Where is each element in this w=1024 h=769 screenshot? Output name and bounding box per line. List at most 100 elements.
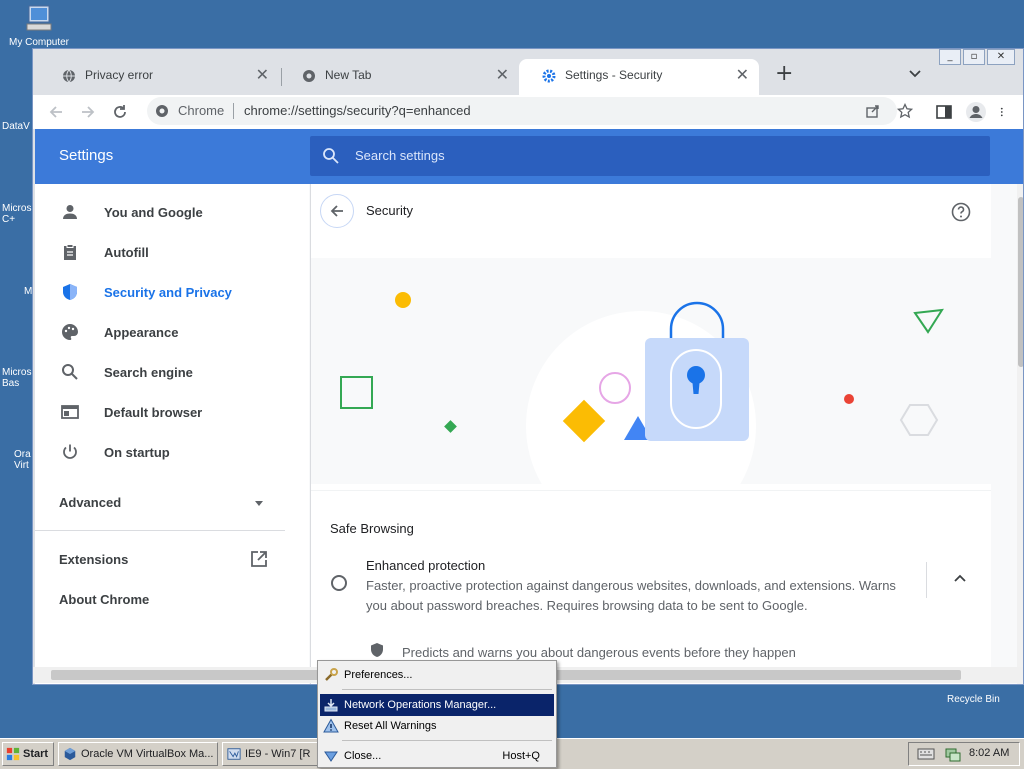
close-icon[interactable]: ✕ [496,67,509,83]
desktop-icon-oracle[interactable]: Ora Virt [14,449,34,471]
sidebar-advanced-label: Advanced [59,495,122,510]
tab-title: Privacy error [85,68,154,82]
option-title: Enhanced protection [366,558,486,573]
page-title: Security [366,203,413,218]
desktop-icon-my-computer[interactable]: My Computer [4,2,74,48]
gear-icon [542,69,556,83]
sidebar-item-on-startup[interactable]: On startup [35,432,309,472]
sidebar-item-label: Search engine [104,365,193,380]
virtualbox-icon [64,747,76,761]
reload-icon[interactable] [111,103,129,121]
sidebar-about-chrome[interactable]: About Chrome [35,579,309,619]
computer-icon [26,5,52,31]
section-divider [311,490,991,491]
help-icon[interactable] [951,202,971,222]
settings-main: Security Safe Browsing Enhanced protecti… [310,184,991,684]
url-text[interactable]: chrome://settings/security?q=enhanced [244,103,471,118]
wrench-icon [325,668,338,681]
start-button[interactable]: Start [2,742,54,766]
minimize-button[interactable]: _ [939,49,961,65]
close-arrow-icon [324,751,338,762]
sidebar-item-default-browser[interactable]: Default browser [35,392,309,432]
sidebar-item-security-and-privacy[interactable]: Security and Privacy [35,272,309,312]
tab-new-tab[interactable]: New Tab ✕ [279,59,519,95]
tab-title: New Tab [325,68,372,82]
network-icon[interactable] [945,746,961,762]
menu-item-label: Preferences... [344,669,413,681]
section-title-safe-browsing: Safe Browsing [330,521,414,536]
external-link-icon [251,551,267,567]
tab-settings-security[interactable]: Settings - Security ✕ [519,59,759,95]
sidebar-advanced[interactable]: Advanced [35,482,309,522]
menu-item-label: Network Operations Manager... [344,699,497,711]
person-icon [63,205,77,219]
back-arrow-icon [330,205,343,217]
palette-icon [62,324,78,340]
taskbar-button-label: IE9 - Win7 [R [245,748,311,760]
menu-item-network-operations-manager[interactable]: Network Operations Manager... [320,694,554,716]
share-icon[interactable] [865,103,881,119]
tab-strip: Privacy error ✕ New Tab ✕ Settings - Sec… [33,49,1023,95]
sidebar-item-you-and-google[interactable]: You and Google [35,192,309,232]
sidebar-item-autofill[interactable]: Autofill [35,232,309,272]
vm-window-icon [227,748,241,760]
context-menu: Preferences... Network Operations Manage… [317,660,557,768]
search-placeholder: Search settings [355,148,445,163]
search-icon [323,148,339,164]
back-button[interactable] [320,194,354,228]
close-icon[interactable]: ✕ [256,67,269,83]
windows-logo-icon [6,747,20,761]
desktop-icon-recycle-bin[interactable]: Recycle Bin [947,694,1000,705]
tab-privacy-error[interactable]: Privacy error ✕ [39,59,279,95]
menu-item-preferences[interactable]: Preferences... [320,664,554,686]
sidebar-item-label: On startup [104,445,170,460]
keyboard-icon[interactable] [917,747,935,761]
security-illustration [311,258,991,484]
sidebar-item-search-engine[interactable]: Search engine [35,352,309,392]
back-arrow-icon[interactable] [47,103,65,121]
chrome-icon [156,105,168,117]
address-bar[interactable]: Chrome chrome://settings/security?q=enha… [147,97,913,125]
enhanced-protection-radio[interactable] [331,575,347,591]
power-icon [63,444,77,459]
taskbar-button-ie9-win7[interactable]: IE9 - Win7 [R [222,742,318,766]
restore-button[interactable]: ▫ [963,49,985,65]
menu-item-close[interactable]: Close... Host+Q [320,745,554,767]
sidebar-item-appearance[interactable]: Appearance [35,312,309,352]
sidebar-about-label: About Chrome [59,592,150,607]
vertical-scrollbar-thumb[interactable] [1018,197,1023,367]
tab-title: Settings - Security [565,68,663,82]
option-sub-item: Predicts and warns you about dangerous e… [402,645,796,660]
warning-icon [323,718,339,733]
side-panel-icon[interactable] [935,103,953,121]
desktop-icon-datav[interactable]: DataV [2,121,30,132]
toolbar: Chrome chrome://settings/security?q=enha… [33,95,1023,129]
new-tab-button[interactable]: + [775,63,793,85]
chevron-up-icon[interactable] [953,572,967,586]
system-tray: 8:02 AM [908,742,1020,766]
taskbar-button-label: Oracle VM VirtualBox Ma... [81,748,214,760]
menu-item-label: Reset All Warnings [344,720,437,732]
desktop-icon-micros-c[interactable]: Micros C+ [2,203,32,225]
enhanced-protection-option[interactable]: Enhanced protection Faster, proactive pr… [311,556,991,626]
option-description-line-1: Faster, proactive protection against dan… [366,578,896,593]
taskbar-button-virtualbox[interactable]: Oracle VM VirtualBox Ma... [58,742,218,766]
chevron-down-icon[interactable] [907,65,923,81]
sidebar-divider [35,530,285,531]
menu-item-reset-all-warnings[interactable]: Reset All Warnings [320,715,554,737]
window-close-button[interactable]: ✕ [987,49,1015,65]
site-label: Chrome [178,103,225,118]
sidebar-item-label: You and Google [104,205,203,220]
star-icon[interactable] [897,103,913,119]
close-icon[interactable]: ✕ [736,67,749,83]
search-input[interactable]: Search settings [310,136,990,176]
menu-item-shortcut: Host+Q [502,750,540,762]
profile-avatar-icon[interactable] [965,101,987,123]
start-label: Start [23,748,49,760]
option-vertical-divider [926,562,927,598]
sidebar-extensions[interactable]: Extensions [35,539,309,579]
desktop-icon-micros-bas[interactable]: Micros Bas [2,367,32,389]
forward-arrow-icon[interactable] [79,103,97,121]
shield-icon [63,284,77,300]
kebab-menu-icon[interactable] [999,103,1009,121]
